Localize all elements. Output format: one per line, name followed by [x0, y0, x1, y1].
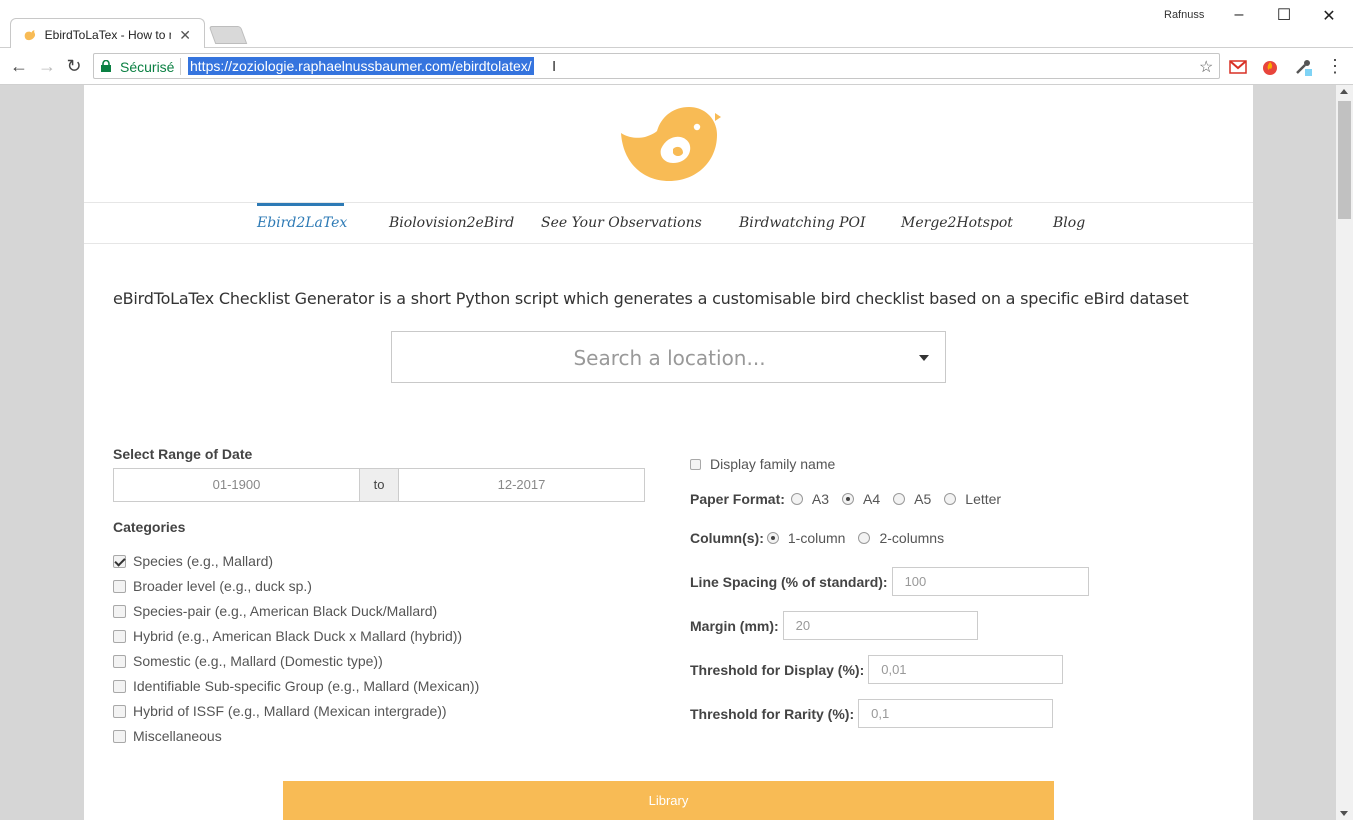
radio-letter[interactable] [944, 493, 957, 505]
radio-2-columns[interactable] [858, 532, 871, 544]
checkbox[interactable] [113, 729, 126, 743]
dropdown-caret-icon[interactable] [919, 355, 929, 361]
scroll-thumb[interactable] [1338, 101, 1351, 219]
checkbox[interactable] [113, 579, 126, 593]
margin-row: Margin (mm): 20 [690, 611, 978, 640]
margin-label: Margin (mm): [690, 617, 779, 634]
forward-icon[interactable]: → [37, 56, 57, 76]
checkbox[interactable] [113, 629, 126, 643]
threshold-rarity-row: Threshold for Rarity (%): 0,1 [690, 699, 1054, 728]
line-spacing-label: Line Spacing (% of standard): [690, 573, 888, 590]
fire-extension-icon[interactable] [1261, 58, 1279, 76]
checkbox[interactable] [113, 704, 126, 718]
browser-toolbar: ← → ↻ Sécurisé https://zoziologie.raphae… [0, 48, 1353, 85]
radio-1-column[interactable] [766, 532, 779, 544]
page-scrollbar[interactable] [1336, 85, 1353, 820]
radio-a5[interactable] [893, 493, 906, 505]
profile-name[interactable]: Rafnuss [1164, 9, 1204, 21]
paper-format-group: Paper Format: A3 A4 A5 Letter [690, 491, 1002, 507]
date-to-label: to [359, 468, 399, 502]
checkbox[interactable] [113, 679, 126, 693]
threshold-display-row: Threshold for Display (%): 0,01 [690, 655, 1064, 684]
bird-favicon-icon [24, 30, 36, 41]
line-spacing-row: Line Spacing (% of standard): 100 [690, 567, 1089, 596]
nav-item-blog[interactable]: Blog [1053, 215, 1085, 231]
threshold-rarity-label: Threshold for Rarity (%): [690, 705, 855, 722]
bookmark-star-icon[interactable]: ☆ [1199, 57, 1213, 77]
category-species[interactable]: Species (e.g., Mallard) [113, 553, 273, 569]
bird-logo-icon[interactable] [617, 103, 721, 185]
category-species-pair[interactable]: Species-pair (e.g., American Black Duck/… [113, 603, 437, 619]
text-cursor-icon: I [552, 58, 557, 75]
omnibox-divider [180, 58, 181, 75]
nav-item-biolovision2ebird[interactable]: Biolovision2eBird [389, 215, 514, 231]
paper-format-label: Paper Format: [690, 491, 785, 507]
lock-icon [101, 60, 111, 72]
threshold-display-label: Threshold for Display (%): [690, 661, 865, 678]
margin-input[interactable]: 20 [782, 611, 978, 640]
date-range-label: Select Range of Date [113, 446, 253, 462]
columns-group: Column(s): 1-column 2-columns [690, 530, 945, 546]
minimize-icon[interactable]: – [1229, 6, 1249, 24]
nav-item-see-your-observations[interactable]: See Your Observations [541, 215, 702, 231]
category-domestic[interactable]: Somestic (e.g., Mallard (Domestic type)) [113, 653, 383, 669]
nav-item-birdwatching-poi[interactable]: Birdwatching POI [739, 215, 866, 231]
nav-item-ebird2latex[interactable]: Ebird2LaTex [257, 215, 347, 231]
display-family-name-option[interactable]: Display family name [690, 456, 835, 472]
category-hybrid[interactable]: Hybrid (e.g., American Black Duck x Mall… [113, 628, 462, 644]
categories-label: Categories [113, 519, 186, 535]
checkbox[interactable] [113, 554, 126, 568]
threshold-rarity-input[interactable]: 0,1 [858, 699, 1054, 728]
close-window-icon[interactable]: ✕ [1319, 6, 1339, 26]
nav-active-indicator [257, 203, 344, 206]
date-from-input[interactable]: 01-1900 [113, 468, 360, 502]
intro-text: eBirdToLaTex Checklist Generator is a sh… [113, 289, 1189, 308]
line-spacing-input[interactable]: 100 [891, 567, 1089, 596]
category-miscellaneous[interactable]: Miscellaneous [113, 728, 222, 744]
tab-title: EbirdToLaTex - How to m [44, 28, 172, 42]
maximize-icon[interactable]: ☐ [1274, 5, 1294, 25]
display-family-checkbox[interactable] [690, 458, 701, 470]
nav-item-merge2hotspot[interactable]: Merge2Hotspot [901, 215, 1013, 231]
gmail-icon[interactable] [1229, 58, 1247, 76]
browser-titlebar: EbirdToLaTex - How to m ✕ Rafnuss – ☐ ✕ [0, 0, 1353, 48]
new-tab-button[interactable] [208, 26, 248, 44]
secure-label: Sécurisé [120, 59, 175, 75]
main-nav: Ebird2LaTex Biolovision2eBird See Your O… [84, 203, 1253, 244]
location-search[interactable]: Search a location... [391, 331, 946, 383]
color-picker-icon[interactable] [1294, 58, 1312, 76]
header [84, 85, 1253, 203]
browser-tab[interactable]: EbirdToLaTex - How to m ✕ [10, 18, 205, 48]
reload-icon[interactable]: ↻ [64, 56, 84, 76]
threshold-display-input[interactable]: 0,01 [868, 655, 1064, 684]
category-issf[interactable]: Identifiable Sub-specific Group (e.g., M… [113, 678, 479, 694]
radio-a3[interactable] [790, 493, 803, 505]
checkbox[interactable] [113, 604, 126, 618]
address-bar[interactable]: Sécurisé https://zoziologie.raphaelnussb… [93, 53, 1220, 79]
url-text[interactable]: https://zoziologie.raphaelnussbaumer.com… [188, 57, 534, 75]
library-button[interactable]: Library [283, 781, 1054, 820]
checkbox[interactable] [113, 654, 126, 668]
date-to-input[interactable]: 12-2017 [398, 468, 645, 502]
tab-close-icon[interactable]: ✕ [179, 27, 191, 43]
back-icon[interactable]: ← [9, 56, 29, 76]
page-content: Ebird2LaTex Biolovision2eBird See Your O… [84, 85, 1253, 820]
columns-label: Column(s): [690, 530, 764, 546]
category-broader-level[interactable]: Broader level (e.g., duck sp.) [113, 578, 312, 594]
search-placeholder: Search a location... [573, 346, 766, 370]
page-viewport: Ebird2LaTex Biolovision2eBird See Your O… [0, 85, 1336, 820]
radio-a4[interactable] [842, 493, 855, 505]
category-hybrid-issf[interactable]: Hybrid of ISSF (e.g., Mallard (Mexican i… [113, 703, 447, 719]
scroll-down-icon[interactable] [1340, 811, 1348, 816]
scroll-up-icon[interactable] [1340, 89, 1348, 94]
menu-dots-icon[interactable]: ⋮ [1325, 56, 1345, 76]
